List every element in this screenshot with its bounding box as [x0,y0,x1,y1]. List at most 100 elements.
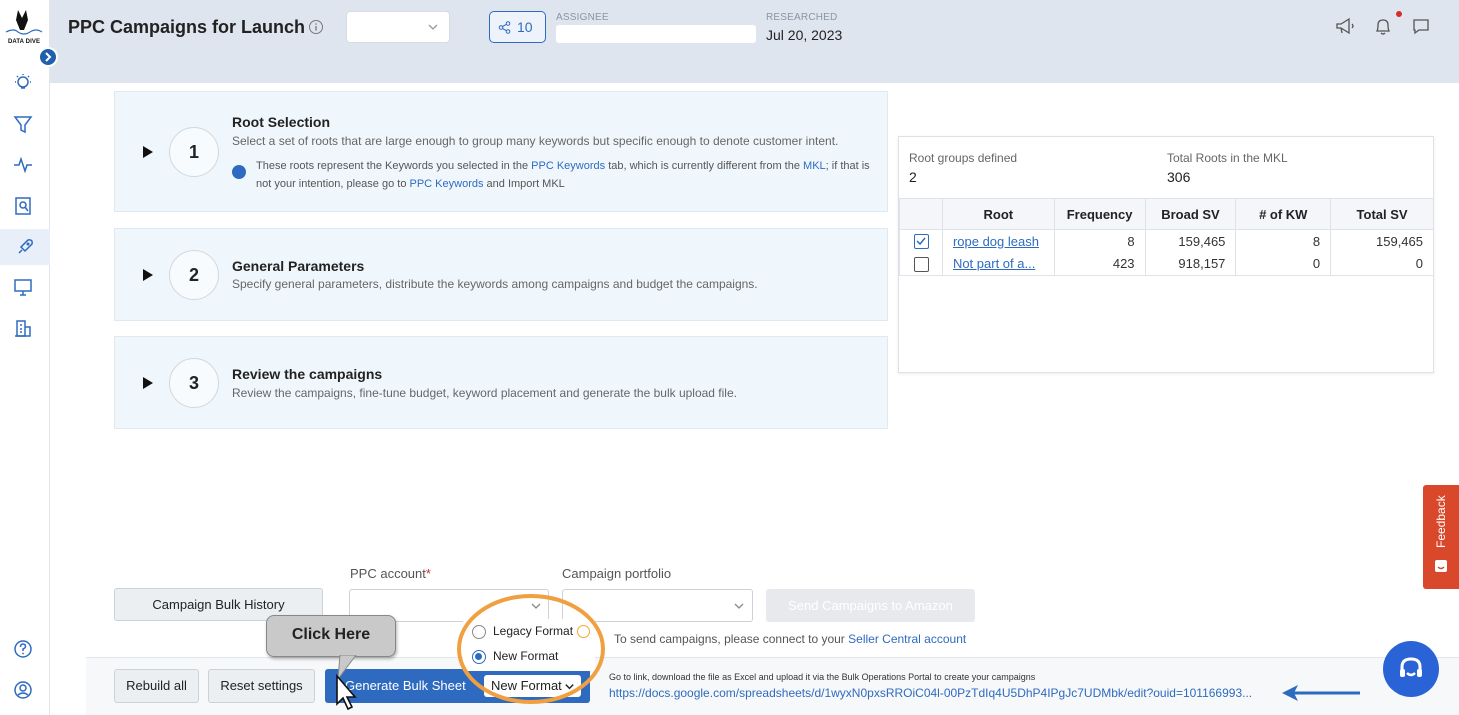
column-header-select [899,198,943,230]
broad-sv-cell: 159,465 [1144,229,1237,253]
frequency-cell: 8 [1053,229,1146,253]
step-description: Specify general parameters, distribute t… [232,277,758,291]
format-dropdown[interactable]: New Format [484,675,581,697]
expand-sidebar-button[interactable] [38,47,58,67]
table-row: Not part of a... 423 918,157 0 0 [899,252,1434,276]
row-checkbox[interactable] [914,256,929,272]
radio-button[interactable] [472,624,486,639]
project-select[interactable] [346,11,450,43]
step-title: Review the campaigns [232,366,383,382]
sidebar-help[interactable] [12,638,38,664]
feedback-label: Feedback [1434,495,1448,548]
column-header-frequency[interactable]: Frequency [1053,198,1146,230]
root-groups-label: Root groups defined [909,151,1018,165]
sidebar-item-company[interactable] [12,317,38,343]
mkl-link[interactable]: MKL [803,160,826,172]
link-instructions: Go to link, download the file as Excel a… [609,672,1036,682]
radio-button-selected[interactable] [472,649,486,664]
generate-bulk-sheet-button[interactable]: Generate Bulk Sheet New Format [325,669,590,703]
step-general-parameters[interactable]: 2 General Parameters Specify general par… [114,228,888,321]
table-row: rope dog leash 8 159,465 8 159,465 [899,229,1434,253]
step-description: Select a set of roots that are large eno… [232,134,839,148]
sidebar-item-activity[interactable] [12,154,38,180]
step-number: 2 [169,250,219,300]
campaign-portfolio-select[interactable] [562,589,753,622]
mouse-cursor-icon [336,674,357,711]
column-header-root[interactable]: Root [941,198,1055,230]
check-icon [916,237,926,246]
expand-arrow-icon[interactable] [143,146,153,158]
notification-dot [1396,11,1402,17]
sidebar-item-ideas[interactable] [12,72,38,98]
bell-icon[interactable] [1372,15,1394,37]
share-icon [498,21,511,34]
legacy-format-option[interactable]: Legacy Format [472,624,591,639]
chat-support-button[interactable] [1383,641,1439,697]
chevron-down-icon [428,24,438,30]
sidebar: DATA DIVE [0,0,58,715]
campaign-portfolio-label: Campaign portfolio [562,566,672,581]
page-title: PPC Campaigns for Launch [68,17,306,37]
arrow-left-icon [1282,685,1360,701]
researched-label: RESEARCHED [766,12,838,23]
funnel-icon [13,116,33,134]
row-checkbox[interactable] [914,234,929,250]
total-roots-value: 306 [1167,169,1191,185]
ppc-keywords-link[interactable]: PPC Keywords [531,160,605,172]
root-link[interactable]: Not part of a... [943,256,1035,271]
seller-central-link[interactable]: Seller Central account [848,632,966,646]
sidebar-item-research[interactable] [12,195,38,221]
step-number: 1 [169,127,219,177]
pulse-icon [14,156,32,174]
warning-icon [577,625,591,639]
lightbulb-icon [15,74,31,89]
rebuild-all-button[interactable]: Rebuild all [114,669,199,703]
building-icon [15,320,31,337]
expand-arrow-icon[interactable] [143,269,153,281]
share-count: 10 [517,19,533,35]
researched-date: Jul 20, 2023 [766,27,843,43]
megaphone-icon[interactable] [1334,15,1356,37]
feedback-tab[interactable]: Feedback [1423,485,1459,589]
chevron-right-icon [45,52,52,62]
assignee-field[interactable] [556,25,756,43]
format-selected: New Format [491,678,562,693]
broad-sv-cell: 918,157 [1144,252,1237,276]
help-icon [14,640,32,658]
assignee-label: ASSIGNEE [556,12,609,23]
sidebar-user[interactable] [12,679,38,705]
roots-panel: Root groups defined 2 Total Roots in the… [898,136,1434,373]
search-document-icon [15,197,31,215]
share-button[interactable]: 10 [489,11,546,43]
kw-cell: 8 [1235,229,1332,253]
sidebar-item-filter[interactable] [12,113,38,139]
chevron-down-icon [565,684,574,690]
sidebar-item-launch[interactable] [0,229,50,265]
column-header-broad-sv[interactable]: Broad SV [1144,198,1237,230]
send-campaigns-button[interactable]: Send Campaigns to Amazon [766,589,975,622]
step-number: 3 [169,358,219,408]
step-title: Root Selection [232,114,331,130]
app-logo[interactable]: DATA DIVE [4,6,44,48]
info-icon[interactable] [308,19,324,35]
column-header-total-sv[interactable]: Total SV [1330,198,1434,230]
ppc-keywords-link-2[interactable]: PPC Keywords [410,178,484,190]
total-sv-cell: 0 [1330,252,1434,276]
root-link[interactable]: rope dog leash [943,234,1039,249]
chat-icon[interactable] [1410,15,1432,37]
column-header-kw[interactable]: # of KW [1235,198,1332,230]
step-review-campaigns[interactable]: 3 Review the campaigns Review the campai… [114,336,888,429]
logo-text: DATA DIVE [7,39,41,45]
message-icon [232,165,246,179]
spreadsheet-link[interactable]: https://docs.google.com/spreadsheets/d/1… [609,686,1252,700]
new-format-option[interactable]: New Format [472,649,558,664]
expand-arrow-icon[interactable] [143,377,153,389]
reset-settings-button[interactable]: Reset settings [208,669,315,703]
fox-logo-icon [5,10,43,35]
ppc-account-label: PPC account* [350,566,431,581]
step-root-selection[interactable]: 1 Root Selection Select a set of roots t… [114,91,888,212]
root-groups-value: 2 [909,169,917,185]
headset-icon [1400,657,1422,677]
sidebar-item-monitor[interactable] [12,276,38,302]
frequency-cell: 423 [1053,252,1146,276]
